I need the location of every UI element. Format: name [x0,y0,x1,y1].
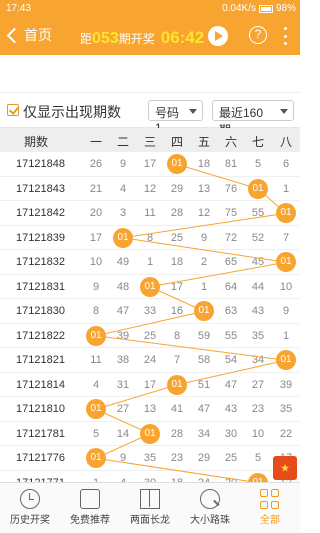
hit-ball: 01 [140,423,160,444]
issue-number: 053 [92,30,119,47]
more-menu-icon[interactable] [284,27,288,45]
status-right: 0.04K/s 98% [222,3,296,14]
trend-connector [95,457,257,482]
hit-ball: 01 [86,325,106,346]
promo-badge-icon[interactable]: ★ [273,456,297,480]
next-draw-info: 距 053 期开奖 06:42 [80,28,204,48]
trend-connector [95,384,178,410]
hit-ball: 01 [167,374,187,395]
range-select[interactable]: 最近160期 [212,100,294,137]
issue-prefix: 距 [80,32,93,46]
tab-label: 两面长龙 [130,515,170,526]
clock-icon [20,489,40,509]
tab-thumb-up[interactable]: 免费推荐 [60,483,120,533]
bottom-tab-bar: 历史开奖 免费推荐 两面长龙 大小路珠 全部 [0,482,300,533]
number-select[interactable]: 号码1 [148,100,203,135]
trend-connector [176,359,287,386]
hit-ball: 01 [113,227,133,248]
play-icon[interactable] [208,26,228,46]
status-time: 17:43 [6,3,32,14]
trend-connector [122,237,287,263]
tab-book[interactable]: 两面长龙 [120,483,180,533]
trend-connector [95,335,287,361]
only-show-label[interactable]: 仅显示出现期数 [23,102,121,122]
grid-icon [260,489,280,509]
battery-level: 98% [275,3,296,14]
chevron-left-icon [6,27,23,43]
only-show-checkbox[interactable] [7,104,19,116]
back-label: 首页 [24,27,52,43]
tab-label: 大小路珠 [190,515,230,526]
trend-connector [95,310,205,337]
tab-search[interactable]: 大小路珠 [180,483,240,533]
tab-grid[interactable]: 全部 [240,483,300,533]
thumb-up-icon [80,489,100,509]
filter-bar: 仅显示出现期数 号码1 最近160期 [0,92,300,137]
trend-connector [176,163,259,190]
issue-suffix: 期开奖 [118,32,155,46]
app-header: 首页 距 053 期开奖 06:42 ? [0,17,300,55]
tab-label: 历史开奖 [10,515,50,526]
battery-icon [258,4,273,13]
help-icon[interactable]: ? [249,26,267,44]
network-speed: 0.04K/s [222,3,256,14]
trend-connector [122,212,287,239]
hit-ball: 01 [248,178,268,199]
dropdown-arrow-icon [189,109,197,114]
hit-ball: 01 [140,276,160,297]
dropdown-arrow-icon [280,109,288,114]
tab-clock[interactable]: 历史开奖 [0,483,60,533]
search-icon [200,489,220,509]
countdown-timer: 06:42 [160,28,205,47]
trend-table: 期数 一二三四五六七八 17121848 26 9 17 18 81 5 6 17121843 2… [0,128,300,482]
status-bar: 17:43 0.04K/s 98% [0,0,300,17]
book-icon [140,489,160,509]
tab-label: 免费推荐 [70,515,110,526]
back-button[interactable]: 首页 [6,25,52,45]
trend-connector [149,261,287,288]
tab-label: 全部 [260,515,280,526]
